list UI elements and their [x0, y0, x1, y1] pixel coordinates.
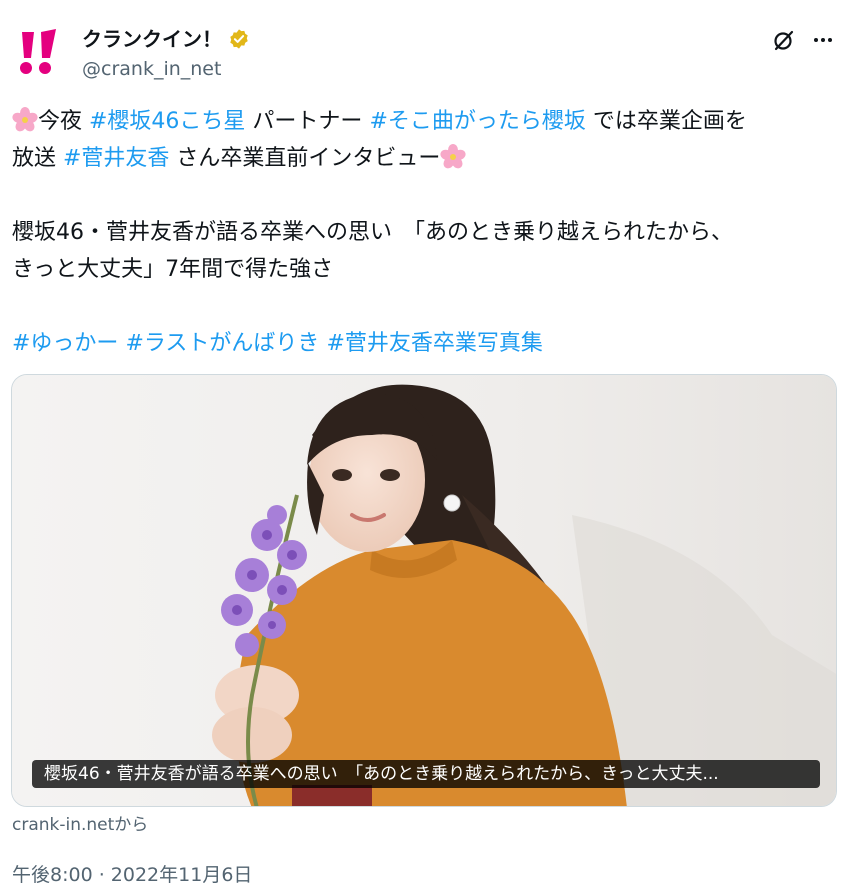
hashtag-link[interactable]: #菅井友香卒業写真集 — [326, 331, 542, 356]
hashtag-link[interactable]: #ゆっかー — [12, 331, 118, 356]
article-photo — [12, 375, 836, 806]
tweet-text: 今夜 #櫻坂46こち星 パートナー #そこ曲がったら櫻坂 では卒業企画を 放送 … — [12, 103, 838, 362]
hashtag-line: #ゆっかー #ラストがんばりき #菅井友香卒業写真集 — [12, 325, 838, 362]
display-name[interactable]: クランクイン！ — [82, 26, 222, 52]
hashtag-link[interactable]: #ラストがんばりき — [125, 331, 319, 356]
cherry-blossom-icon — [12, 107, 38, 132]
text-segment: 放送 — [12, 146, 63, 171]
grok-button[interactable] — [770, 26, 798, 54]
text-segment: さん卒業直前インタビュー — [169, 146, 441, 171]
text-segment: では卒業企画を — [585, 109, 747, 134]
text-line-2: 放送 #菅井友香 さん卒業直前インタビュー — [12, 140, 838, 177]
hashtag-link[interactable]: #菅井友香 — [63, 146, 169, 171]
more-button[interactable] — [808, 26, 838, 54]
grok-icon — [774, 30, 794, 51]
text-line-3: 櫻坂46・菅井友香が語る卒業への思い 「あのとき乗り越えられたから、 — [12, 220, 733, 245]
card-caption: 櫻坂46・菅井友香が語る卒業への思い 「あのとき乗り越えられたから、きっと大丈夫… — [32, 760, 820, 788]
more-dots-icon — [814, 38, 832, 42]
text-line-4: きっと大丈夫」7年間で得た強さ — [12, 257, 334, 282]
text-segment: パートナー — [245, 109, 370, 134]
card-source-link[interactable]: crank-in.netから — [12, 813, 148, 837]
hashtag-link[interactable]: #そこ曲がったら櫻坂 — [369, 109, 585, 134]
link-card[interactable]: 櫻坂46・菅井友香が語る卒業への思い 「あのとき乗り越えられたから、きっと大丈夫… — [11, 374, 837, 807]
display-name-row[interactable]: クランクイン！ — [82, 26, 250, 52]
tweet-timestamp[interactable]: 午後8:00 · 2022年11月6日 — [12, 862, 252, 888]
crank-in-logo-icon[interactable] — [14, 24, 70, 80]
cherry-blossom-icon — [440, 144, 467, 169]
text-segment: 今夜 — [38, 109, 89, 134]
gold-verified-badge-icon — [230, 29, 248, 49]
tweet: クランクイン！ @crank_in_net 今夜 #櫻坂46こち星 パートナー … — [0, 0, 850, 891]
account-handle[interactable]: @crank_in_net — [82, 56, 221, 82]
hashtag-link[interactable]: #櫻坂46こち星 — [89, 109, 245, 134]
text-line-1: 今夜 #櫻坂46こち星 パートナー #そこ曲がったら櫻坂 では卒業企画を — [12, 103, 838, 140]
